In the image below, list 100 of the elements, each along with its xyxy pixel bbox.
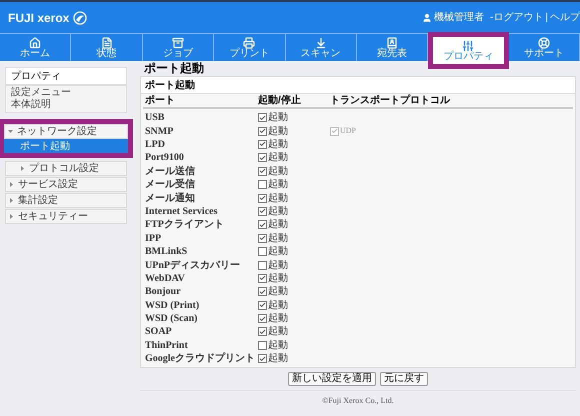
printer-icon	[243, 36, 256, 48]
checkbox-label: 起動	[268, 352, 288, 366]
checkbox[interactable]	[258, 260, 267, 270]
nav-tab[interactable]: スキャン	[286, 34, 357, 61]
download-icon	[314, 36, 327, 48]
checkbox[interactable]	[258, 247, 267, 256]
port-name: Internet Services	[145, 204, 218, 219]
caret-down-icon	[8, 129, 13, 134]
caret-right-icon	[9, 198, 14, 203]
checkbox[interactable]	[258, 300, 267, 310]
port-name: Googleクラウドプリント	[145, 351, 256, 366]
action-button[interactable]: 元に戻す	[380, 372, 428, 386]
port-name: メール受信	[145, 178, 196, 192]
checkbox-label: 起動	[268, 272, 288, 286]
user-name: 機械管理者	[434, 10, 484, 25]
checkbox-label: 起動	[268, 204, 288, 218]
port-name: BMLinkS	[145, 245, 188, 260]
checkbox[interactable]	[258, 234, 267, 243]
checkbox-label: UDP	[340, 125, 356, 138]
port-name: メール送信	[145, 164, 196, 178]
checkbox-label: 起動	[268, 138, 288, 152]
action-button[interactable]: 新しい設定を適用	[288, 372, 376, 386]
checkbox-label: 起動	[268, 124, 288, 138]
checkbox-label: 起動	[268, 244, 288, 260]
tree-item[interactable]: ポート起動	[4, 139, 128, 153]
checkbox-label: 起動	[268, 110, 288, 126]
tree-item[interactable]: ネットワーク設定	[4, 124, 128, 139]
help-link[interactable]: ヘルプ	[550, 10, 580, 25]
checkbox-label: 起動	[268, 178, 288, 192]
separator: |	[545, 11, 548, 25]
sliders-icon	[462, 40, 474, 52]
tree-item[interactable]: サービス設定	[5, 177, 127, 192]
nav-tab[interactable]: ホーム	[0, 34, 72, 61]
port-name: WSD (Print)	[145, 298, 200, 313]
port-name: USB	[145, 111, 166, 126]
tree-item[interactable]: 集計設定	[5, 193, 127, 208]
checkbox[interactable]	[258, 274, 267, 283]
logout-link[interactable]: -ログアウト	[490, 10, 544, 25]
caret-right-icon	[9, 214, 14, 219]
brand-logo: FUJI xerox	[8, 10, 70, 26]
checkbox-label: 起動	[268, 298, 288, 312]
port-name: WebDAV	[145, 272, 186, 286]
port-name: WSD (Scan)	[145, 312, 199, 326]
checkbox-label: 起動	[268, 192, 288, 206]
panel-title: ポート起動	[141, 77, 575, 94]
copyright: ©Fuji Xerox Co., Ltd.	[322, 395, 394, 408]
checkbox[interactable]	[258, 327, 267, 336]
page-title: ポート起動	[143, 61, 205, 75]
port-name: IPP	[145, 232, 162, 246]
checkbox[interactable]	[258, 194, 267, 203]
lifebuoy-icon	[538, 36, 550, 48]
checkbox-label: 起動	[268, 258, 288, 272]
checkbox[interactable]	[258, 354, 267, 364]
nav-tab[interactable]: 状態	[71, 34, 143, 61]
checkbox[interactable]	[258, 113, 267, 122]
port-name: LPD	[145, 138, 166, 152]
nav-tab[interactable]: プロパティ	[428, 32, 509, 69]
checkbox[interactable]	[258, 340, 267, 350]
port-name: SOAP	[145, 325, 173, 340]
sidebar-heading: プロパティ	[5, 67, 127, 85]
checkbox[interactable]	[258, 220, 267, 230]
port-name: Bonjour	[145, 285, 182, 300]
checkbox[interactable]	[258, 153, 267, 162]
tree-item[interactable]: セキュリティー	[5, 209, 127, 224]
port-name: SNMP	[145, 124, 174, 139]
column-header: トランスポートプロトコル	[330, 93, 450, 108]
checkbox[interactable]	[258, 314, 267, 324]
checkbox-label: 起動	[268, 164, 288, 178]
checkbox-label: 起動	[268, 232, 288, 246]
checkbox-label: 起動	[268, 338, 288, 352]
checkbox-label: 起動	[268, 312, 288, 326]
column-header: 起動/停止	[258, 94, 302, 108]
checkbox[interactable]	[258, 206, 267, 216]
port-name: ThinPrint	[145, 338, 189, 353]
nav-tab[interactable]: サポート	[508, 34, 580, 61]
sidebar-link[interactable]: 本体説明	[11, 99, 121, 111]
port-name: UPnPディスカバリー	[145, 258, 241, 272]
checkbox[interactable]	[258, 140, 267, 149]
checkbox[interactable]	[258, 166, 267, 176]
home-icon	[29, 36, 42, 48]
caret-right-icon	[9, 182, 14, 187]
column-header: ポート	[145, 94, 176, 108]
port-name: メール通知	[145, 192, 196, 206]
checkbox[interactable]	[258, 180, 267, 190]
checkbox-label: 起動	[268, 150, 288, 166]
checkbox[interactable]	[258, 287, 267, 296]
checkbox[interactable]	[258, 126, 267, 136]
user-icon	[422, 12, 432, 22]
nav-tab[interactable]: ジョブ	[142, 34, 214, 61]
nav-tab[interactable]: プリント	[214, 34, 286, 61]
checkbox-label: 起動	[268, 324, 288, 340]
address-book-icon	[386, 36, 398, 48]
checkbox-label: 起動	[268, 284, 288, 300]
tray-icon	[172, 36, 184, 48]
sidebar-link[interactable]: 設定メニュー	[11, 87, 121, 99]
port-name: FTPクライアント	[145, 218, 225, 232]
document-icon	[100, 36, 113, 48]
caret-right-icon	[20, 166, 25, 171]
tree-item[interactable]: プロトコル設定	[5, 161, 127, 176]
port-name: Port9100	[145, 151, 185, 166]
